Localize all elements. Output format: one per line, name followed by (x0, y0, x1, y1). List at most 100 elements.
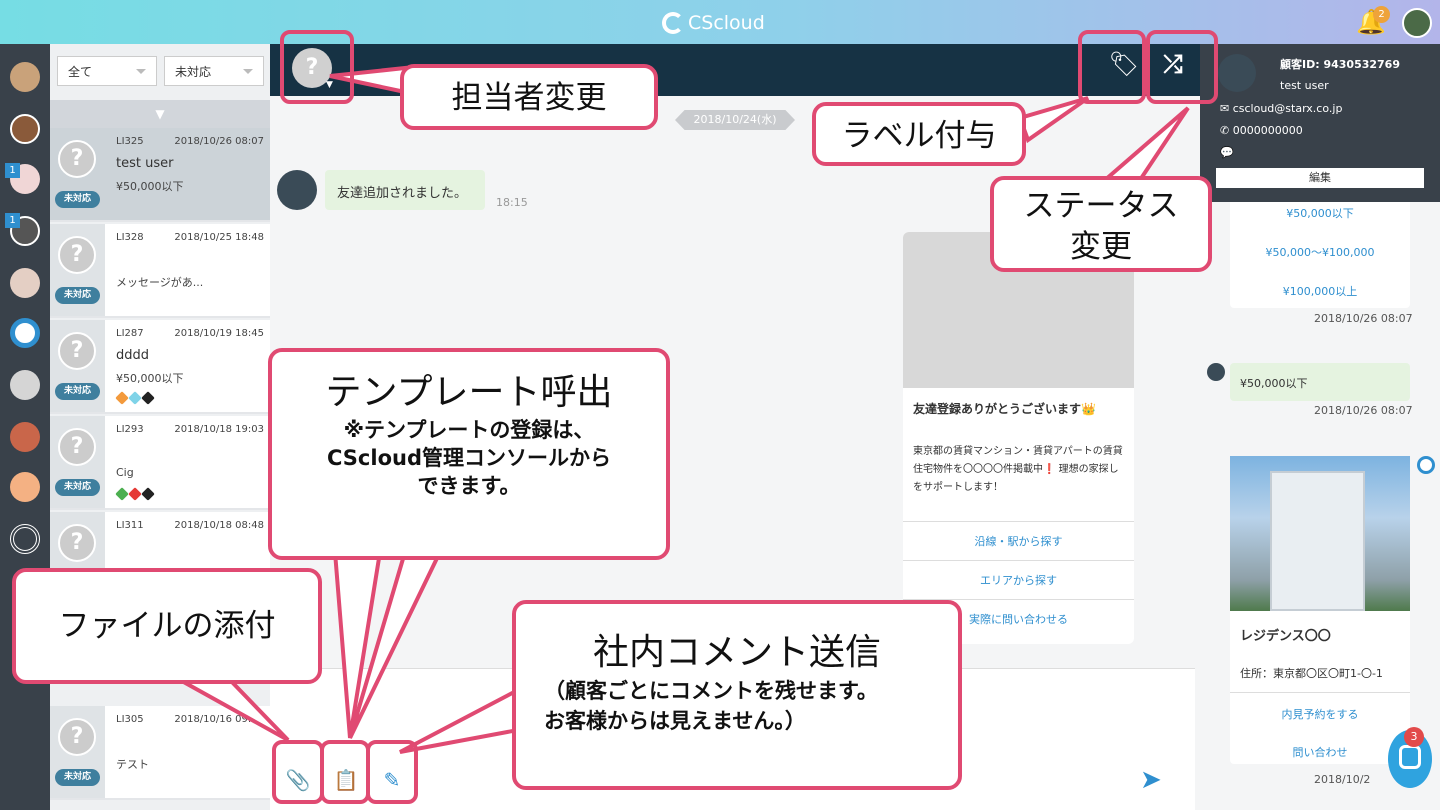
label-tag (115, 487, 129, 501)
default-avatar-icon: ? (58, 718, 96, 756)
conversation-name: dddd (116, 348, 150, 363)
default-avatar-icon: ? (58, 428, 96, 466)
collapse-toggle[interactable]: ▼ (50, 100, 270, 128)
label-tags (115, 487, 155, 501)
highlight-label (1078, 30, 1146, 104)
conversation-row[interactable]: ? 未対応 LI293 2018/10/18 19:03 Cig (50, 416, 270, 510)
chat-bubbles-icon: 💬 (1220, 146, 1234, 159)
chat-widget-icon (1399, 745, 1421, 769)
default-avatar-icon: ? (58, 332, 96, 370)
highlight-status (1146, 30, 1218, 104)
conversation-id: LI305 (116, 714, 144, 725)
date-separator: 2018/10/24(水) (675, 110, 795, 130)
account-avatar[interactable] (10, 370, 40, 400)
highlight-template (320, 740, 370, 804)
property-link[interactable]: 内見予約をする (1230, 706, 1410, 722)
conversation-row[interactable]: ? 未対応 LI305 2018/10/16 09:12 テスト (50, 706, 270, 800)
property-image (1230, 456, 1410, 611)
label-tag (115, 391, 129, 405)
filter-select-status[interactable]: 未対応 (164, 56, 264, 86)
system-message: 友達追加されました。 (325, 170, 485, 210)
customer-avatar (277, 170, 317, 210)
status-badge: 未対応 (55, 383, 100, 400)
highlight-assignee (280, 30, 354, 104)
history-time: 2018/10/26 08:07 (1314, 312, 1413, 325)
callout-template-title: テンプレート呼出 (325, 372, 613, 413)
conversation-preview: Cig (116, 466, 134, 479)
filter-select-all[interactable]: 全て (57, 56, 157, 86)
default-avatar-icon: ? (58, 524, 96, 562)
option-link[interactable]: ¥50,000～¥100,000 (1230, 244, 1410, 260)
default-avatar-icon: ? (58, 140, 96, 178)
account-avatar[interactable] (10, 268, 40, 298)
conversation-preview: テスト (116, 758, 149, 771)
bot-avatar-icon (1417, 456, 1435, 474)
account-avatar[interactable] (10, 422, 40, 452)
conversation-preview: メッセージがあ... (116, 276, 204, 289)
highlight-comment (366, 740, 418, 804)
account-avatar[interactable] (10, 62, 40, 92)
conversation-preview: ¥50,000以下 (116, 180, 184, 193)
unread-badge: 1 (5, 163, 20, 178)
status-badge: 未対応 (55, 479, 100, 496)
message-time: 18:15 (496, 196, 528, 209)
phone-icon: ✆ (1220, 124, 1233, 137)
customer-reply: ¥50,000以下 (1230, 363, 1410, 401)
card-body: 東京都の賃貸マンション・賃貸アパートの賃貸住宅物件を〇〇〇〇件掲載中❗ 理想の家… (913, 446, 1123, 493)
property-link[interactable]: 問い合わせ (1230, 744, 1410, 760)
conversation-date: 2018/10/18 19:03 (174, 424, 264, 435)
callout-comment-note: （顧客ごとにコメントを残せます。 お客様からは見えません。） (544, 679, 878, 733)
label-tag (141, 391, 155, 405)
callout-comment-title: 社内コメント送信 (592, 632, 881, 673)
property-address: 住所：東京都〇区〇町1-〇-1 (1240, 667, 1383, 680)
status-badge: 未対応 (55, 769, 100, 786)
callout-assignee: 担当者変更 (400, 64, 658, 130)
conversation-id: LI311 (116, 520, 144, 531)
account-avatar[interactable] (10, 114, 40, 144)
option-link[interactable]: ¥50,000以下 (1230, 205, 1410, 221)
callout-label: ラベル付与 (812, 102, 1026, 166)
rich-message-card: 友達登録ありがとうございます👑 東京都の賃貸マンション・賃貸アパートの賃貸住宅物… (903, 232, 1134, 644)
customer-id: 顧客ID: 9430532769 (1280, 58, 1400, 71)
property-name: レジデンス〇〇 (1240, 629, 1331, 644)
conversation-date: 2018/10/18 08:48 (174, 520, 264, 531)
envelope-icon: ✉ (1220, 102, 1233, 115)
card-action-line[interactable]: 沿線・駅から探す (903, 521, 1134, 560)
option-link[interactable]: ¥100,000以上 (1230, 283, 1410, 299)
current-user-avatar[interactable] (1402, 8, 1432, 38)
card-action-area[interactable]: エリアから探す (903, 560, 1134, 599)
customer-name: test user (1280, 79, 1329, 92)
label-tag (128, 391, 142, 405)
card-title: 友達登録ありがとうございます👑 (913, 402, 1096, 416)
conversation-name: test user (116, 156, 174, 171)
account-avatar[interactable] (10, 472, 40, 502)
edit-button[interactable]: 編集 (1216, 168, 1424, 188)
customer-avatar (1218, 54, 1256, 92)
default-avatar-icon: ? (58, 236, 96, 274)
highlight-attach (272, 740, 324, 804)
label-tag (128, 487, 142, 501)
phone-row: ✆ 0000000000 (1220, 124, 1303, 137)
history-time: 2018/10/2 (1314, 773, 1371, 786)
label-tag (141, 487, 155, 501)
notification-badge: 2 (1373, 6, 1390, 23)
conversation-row[interactable]: ? 未対応 LI287 2018/10/19 18:45 dddd ¥50,00… (50, 320, 270, 414)
callout-template-note: ※テンプレートの登録は、 CScloud管理コンソールから できます。 (327, 418, 611, 498)
email-row: ✉ cscloud@starx.co.jp (1220, 102, 1343, 115)
callout-template: テンプレート呼出 ※テンプレートの登録は、 CScloud管理コンソールから で… (268, 348, 670, 560)
conversation-row[interactable]: ? 未対応 LI328 2018/10/25 18:48 メッセージがあ... (50, 224, 270, 318)
unread-badge: 1 (5, 213, 20, 228)
conversation-id: LI293 (116, 424, 144, 435)
app-logo: CScloud (662, 9, 765, 37)
conversation-row[interactable]: ? 未対応 LI325 2018/10/26 08:07 test user ¥… (50, 128, 270, 222)
send-icon[interactable]: ➤ (1140, 765, 1162, 795)
conversation-date: 2018/10/26 08:07 (174, 136, 264, 147)
account-rail: 1 1 (0, 44, 50, 810)
history-time: 2018/10/26 08:07 (1314, 404, 1413, 417)
status-badge: 未対応 (55, 191, 100, 208)
account-avatar[interactable] (10, 524, 40, 554)
status-badge: 未対応 (55, 287, 100, 304)
conversation-id: LI287 (116, 328, 144, 339)
conversation-date: 2018/10/25 18:48 (174, 232, 264, 243)
account-avatar[interactable] (10, 318, 40, 348)
